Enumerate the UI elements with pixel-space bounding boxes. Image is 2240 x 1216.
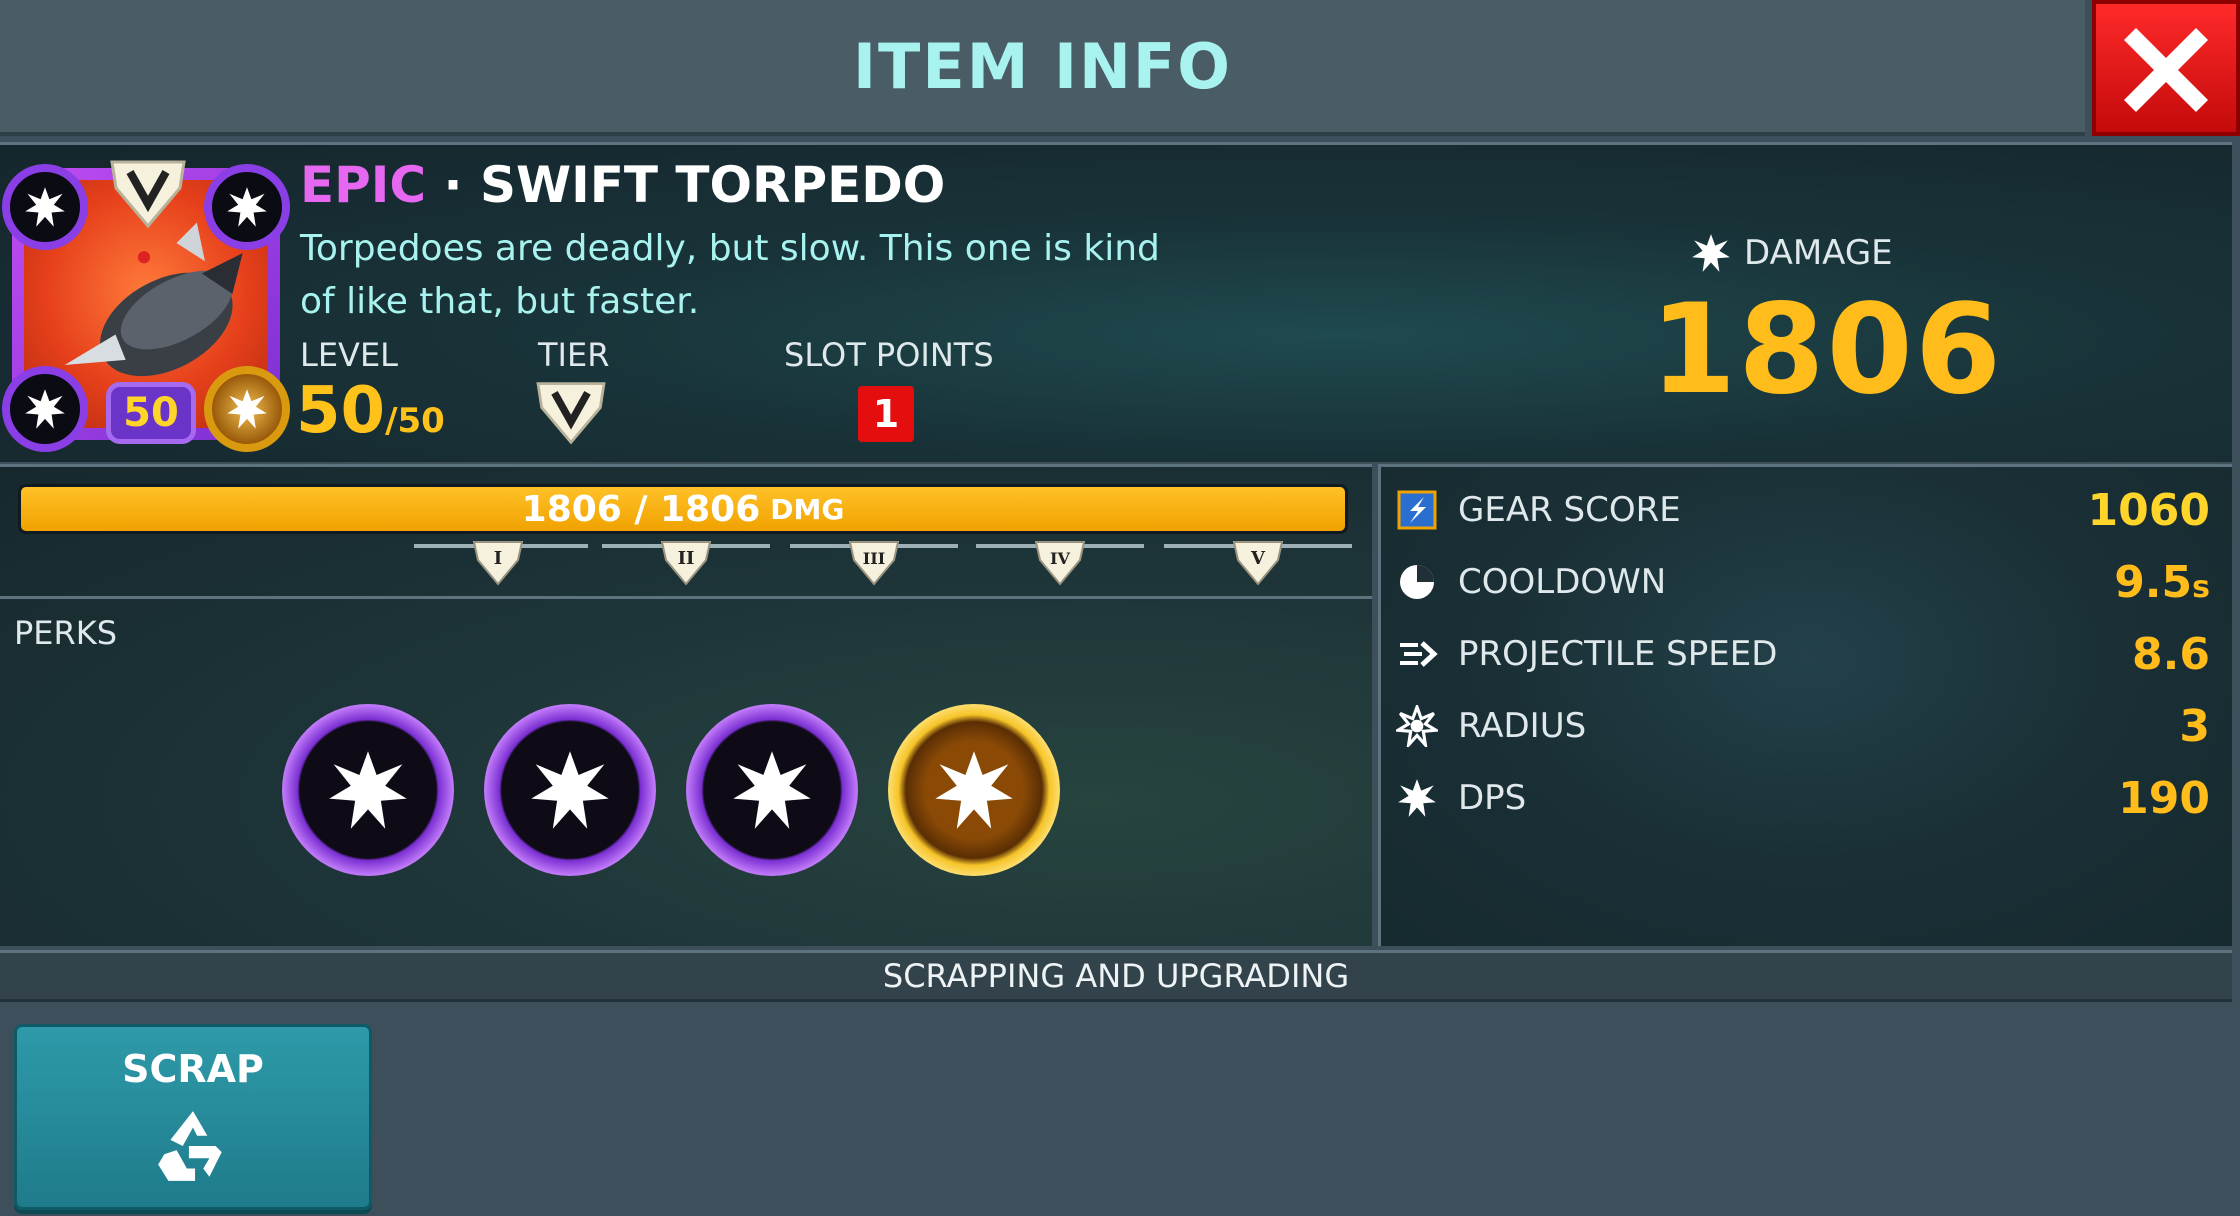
damage-value: 1806 bbox=[1650, 278, 2004, 422]
tier-marker-label: II bbox=[678, 548, 695, 569]
burst-icon bbox=[329, 751, 407, 829]
burst-icon bbox=[25, 187, 65, 227]
corner-perk-bottom-left bbox=[2, 366, 88, 452]
title-separator: · bbox=[443, 156, 463, 214]
corner-perk-bottom-right bbox=[204, 366, 290, 452]
stat-row-projectile-speed: PROJECTILE SPEED 8.6 bbox=[1396, 624, 2210, 684]
perk-slot-2[interactable] bbox=[484, 704, 656, 876]
header-bar: ITEM INFO bbox=[0, 0, 2085, 136]
item-description: Torpedoes are deadly, but slow. This one… bbox=[300, 228, 1160, 322]
item-title: EPIC · SWIFT TORPEDO bbox=[300, 156, 945, 214]
close-icon bbox=[2124, 28, 2208, 112]
burst-icon bbox=[733, 751, 811, 829]
perk-slot-1[interactable] bbox=[282, 704, 454, 876]
scrap-button[interactable]: SCRAP bbox=[14, 1024, 372, 1210]
scrapping-section-header: SCRAPPING AND UPGRADING bbox=[0, 950, 2232, 1002]
level-value: 50/50 bbox=[296, 374, 445, 448]
level-badge: 50 bbox=[106, 382, 196, 444]
tier-marker-label: IV bbox=[1050, 549, 1070, 568]
slot-points-value: 1 bbox=[858, 386, 914, 442]
burst-icon bbox=[935, 751, 1013, 829]
section-title: SCRAPPING AND UPGRADING bbox=[882, 957, 1350, 995]
burst-icon bbox=[227, 187, 267, 227]
scrap-label: SCRAP bbox=[122, 1047, 264, 1091]
burst-icon bbox=[531, 751, 609, 829]
slot-points-label: SLOT POINTS bbox=[784, 336, 994, 374]
stat-value: 9.5s bbox=[2114, 556, 2210, 608]
damage-progress-text: 1806 / 1806 DMG bbox=[18, 484, 1348, 534]
level-current: 50 bbox=[296, 374, 386, 448]
tier-shield-icon bbox=[110, 160, 186, 229]
progress-values: 1806 / 1806 bbox=[521, 488, 761, 530]
corner-perk-top-left bbox=[2, 164, 88, 250]
perks-divider bbox=[0, 596, 1372, 599]
burst-icon bbox=[227, 389, 267, 429]
corner-perk-top-right bbox=[204, 164, 290, 250]
stat-name: PROJECTILE SPEED bbox=[1458, 634, 1778, 674]
radius-icon bbox=[1393, 702, 1441, 750]
stat-name: RADIUS bbox=[1458, 706, 1587, 746]
rarity-label: EPIC bbox=[300, 156, 427, 214]
tier-marker-label: III bbox=[863, 549, 885, 568]
tier-v-icon bbox=[536, 382, 606, 445]
item-name: SWIFT TORPEDO bbox=[479, 156, 946, 214]
stat-row-dps: DPS 190 bbox=[1396, 768, 2210, 828]
dps-icon bbox=[1396, 777, 1438, 819]
stat-value: 8.6 bbox=[2132, 628, 2210, 680]
damage-label: DAMAGE bbox=[1744, 233, 1893, 273]
stat-value: 3 bbox=[2179, 700, 2210, 752]
damage-icon bbox=[1692, 234, 1730, 272]
stat-name: COOLDOWN bbox=[1458, 562, 1667, 602]
tier-marker-label: I bbox=[494, 548, 502, 569]
upgrade-panel bbox=[0, 464, 1372, 946]
level-label: LEVEL bbox=[300, 336, 398, 374]
stat-row-cooldown: COOLDOWN 9.5s bbox=[1396, 552, 2210, 612]
gear-score-icon bbox=[1396, 489, 1438, 531]
stat-name: DPS bbox=[1458, 778, 1527, 818]
level-max: /50 bbox=[385, 401, 445, 441]
damage-label-row: DAMAGE bbox=[1690, 232, 1893, 274]
recycle-icon bbox=[158, 1111, 222, 1181]
perk-slot-4[interactable] bbox=[888, 704, 1060, 876]
tier-marker-v: V bbox=[1232, 541, 1284, 586]
page-title: ITEM INFO bbox=[852, 29, 1232, 103]
projectile-speed-icon bbox=[1396, 633, 1438, 675]
stat-row-radius: RADIUS 3 bbox=[1393, 696, 2210, 756]
tier-marker-iv: IV bbox=[1034, 541, 1086, 586]
tier-label: TIER bbox=[538, 336, 610, 374]
perks-label: PERKS bbox=[14, 614, 118, 652]
progress-unit: DMG bbox=[770, 492, 845, 526]
perk-slot-3[interactable] bbox=[686, 704, 858, 876]
cooldown-icon bbox=[1396, 561, 1438, 603]
stat-value: 1060 bbox=[2087, 484, 2210, 536]
stat-row-gear-score: GEAR SCORE 1060 bbox=[1396, 480, 2210, 540]
tier-marker-label: V bbox=[1250, 548, 1266, 569]
stat-value: 190 bbox=[2118, 772, 2210, 824]
tier-marker-iii: III bbox=[848, 541, 900, 586]
close-button[interactable] bbox=[2092, 0, 2240, 136]
tier-marker-i: I bbox=[472, 541, 524, 586]
burst-icon bbox=[25, 389, 65, 429]
tier-marker-ii: II bbox=[660, 541, 712, 586]
stat-name: GEAR SCORE bbox=[1458, 490, 1681, 530]
